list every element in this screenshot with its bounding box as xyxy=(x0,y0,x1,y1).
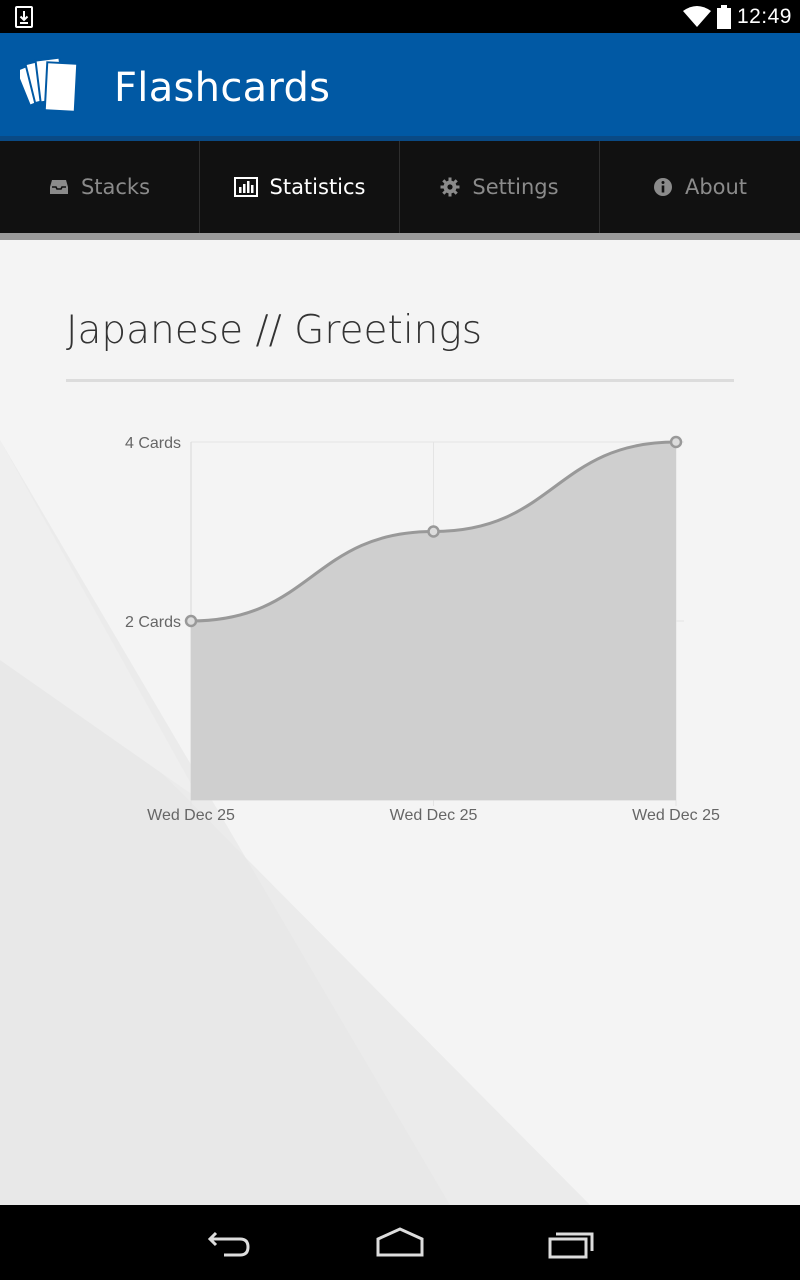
tab-statistics[interactable]: Statistics xyxy=(200,141,400,240)
x-tick-label: Wed Dec 25 xyxy=(632,807,720,824)
status-time: 12:49 xyxy=(736,4,792,28)
cards-chart: 2 Cards 4 Cards Wed Dec 25 Wed Dec 25 Wed D… xyxy=(125,435,720,824)
y-tick-label: 4 Cards xyxy=(125,435,181,452)
data-point xyxy=(184,614,198,628)
tab-stacks-label: Stacks xyxy=(80,175,151,199)
inbox-icon xyxy=(49,180,68,194)
info-icon xyxy=(653,178,672,196)
tab-bar: Stacks Statistics Settings About xyxy=(0,141,800,240)
navigation-bar xyxy=(0,1205,800,1280)
status-bar: 12:49 xyxy=(0,0,800,33)
gear-icon xyxy=(440,177,460,197)
x-tick-label: Wed Dec 25 xyxy=(390,807,478,824)
home-icon[interactable] xyxy=(376,1227,424,1259)
tab-about[interactable]: About xyxy=(600,141,800,233)
app-title: Flashcards xyxy=(114,65,331,111)
app-bar: Flashcards xyxy=(0,33,800,139)
tab-about-label: About xyxy=(684,175,748,199)
y-tick-label: 2 Cards xyxy=(125,614,181,631)
download-notification-icon xyxy=(15,6,33,28)
tab-settings[interactable]: Settings xyxy=(400,141,600,233)
x-tick-label: Wed Dec 25 xyxy=(147,807,235,824)
data-point xyxy=(669,435,683,449)
recent-apps-icon[interactable] xyxy=(548,1227,596,1259)
tab-stacks[interactable]: Stacks xyxy=(0,141,200,233)
tab-bar-underline xyxy=(0,233,800,240)
tab-statistics-label: Statistics xyxy=(269,175,366,199)
bar-chart-icon xyxy=(233,177,258,197)
battery-icon xyxy=(716,4,731,29)
wifi-icon xyxy=(682,5,711,27)
flashcards-logo-icon xyxy=(20,56,79,113)
tab-settings-label: Settings xyxy=(472,175,559,199)
back-icon[interactable] xyxy=(206,1227,254,1259)
statistics-content: Japanese // Greetings 2 Cards 4 Cards Wed… xyxy=(0,240,800,1205)
data-point xyxy=(427,525,440,538)
